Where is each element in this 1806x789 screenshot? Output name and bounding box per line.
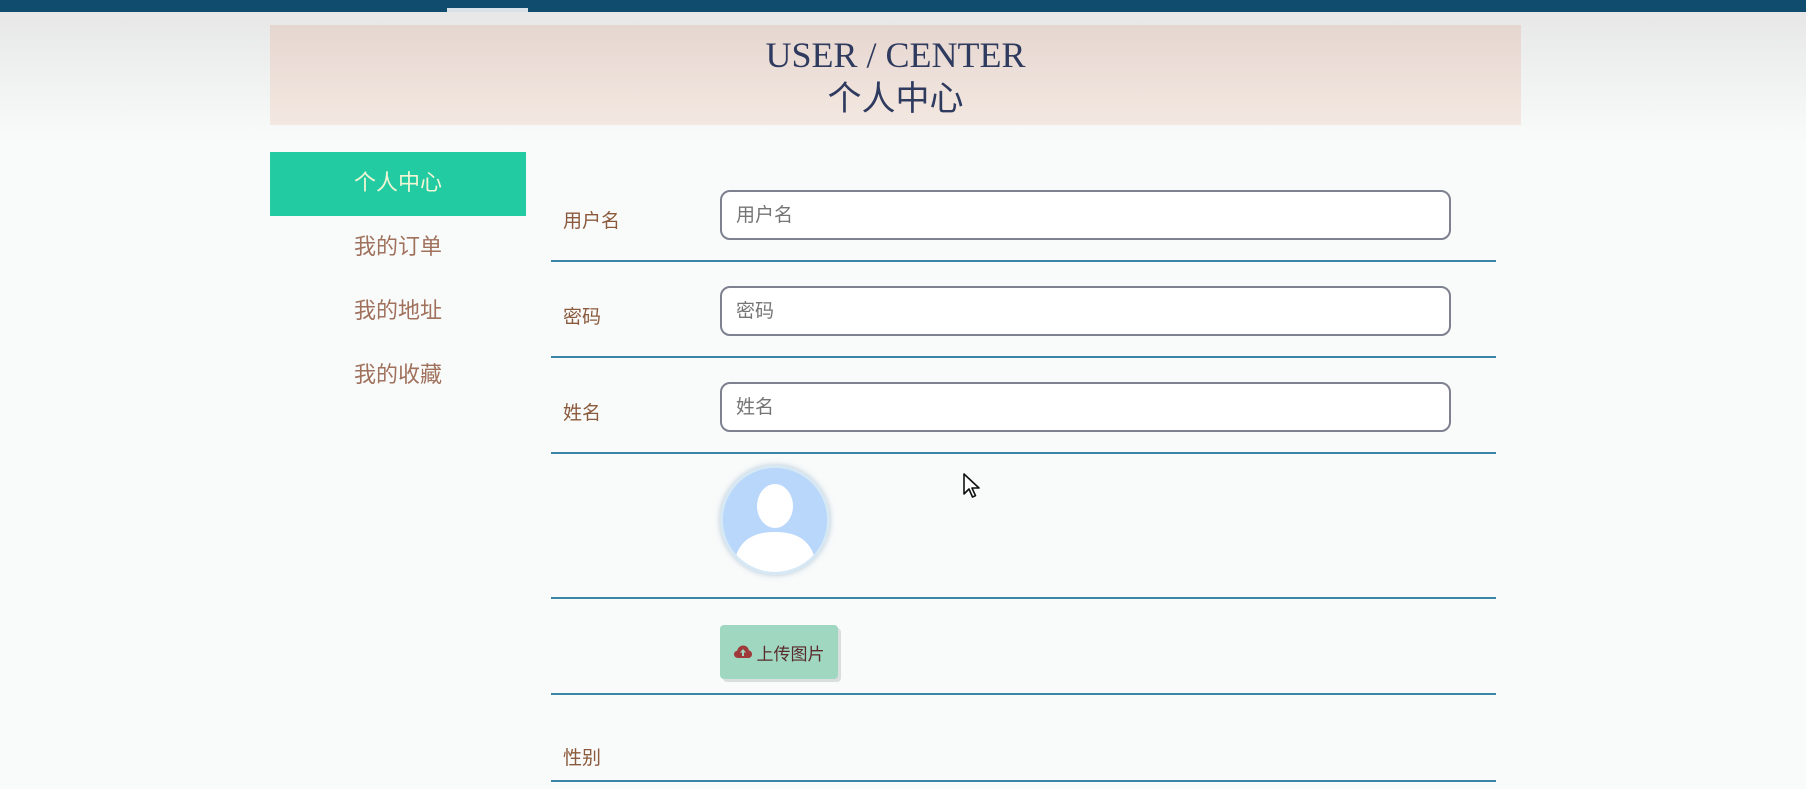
name-input[interactable] xyxy=(720,382,1451,432)
banner-title-zh: 个人中心 xyxy=(827,79,964,119)
sidebar: 个人中心 我的订单 我的地址 我的收藏 xyxy=(270,152,526,408)
username-input[interactable] xyxy=(720,190,1451,240)
username-label: 用户名 xyxy=(563,210,621,232)
upload-image-button[interactable]: 上传图片 xyxy=(720,625,838,679)
form-row-upload: 上传图片 xyxy=(551,599,1496,695)
avatar xyxy=(720,465,830,575)
form-row-name: 姓名 xyxy=(551,358,1496,454)
password-input[interactable] xyxy=(720,286,1451,336)
sidebar-item-personal-center[interactable]: 个人中心 xyxy=(270,152,526,216)
gender-label: 性别 xyxy=(563,747,602,769)
sidebar-item-my-orders[interactable]: 我的订单 xyxy=(270,216,526,280)
form-row-password: 密码 xyxy=(551,262,1496,358)
banner-title-en: USER / CENTER xyxy=(765,35,1026,75)
sidebar-item-my-address[interactable]: 我的地址 xyxy=(270,280,526,344)
cloud-upload-icon xyxy=(733,645,752,658)
password-label: 密码 xyxy=(563,306,602,328)
sidebar-item-my-favorites[interactable]: 我的收藏 xyxy=(270,344,526,408)
form-row-avatar xyxy=(551,454,1496,599)
mouse-cursor-icon xyxy=(963,473,980,498)
form-row-username: 用户名 xyxy=(551,166,1496,262)
top-nav-bar xyxy=(0,0,1806,12)
default-avatar-icon xyxy=(723,468,827,572)
name-label: 姓名 xyxy=(563,402,602,424)
form-row-gender: 性别 xyxy=(551,695,1496,782)
upload-image-label: 上传图片 xyxy=(756,644,825,665)
page-banner: USER / CENTER 个人中心 xyxy=(270,25,1521,125)
profile-form: 用户名 密码 姓名 上传图片 性别 xyxy=(551,166,1496,782)
